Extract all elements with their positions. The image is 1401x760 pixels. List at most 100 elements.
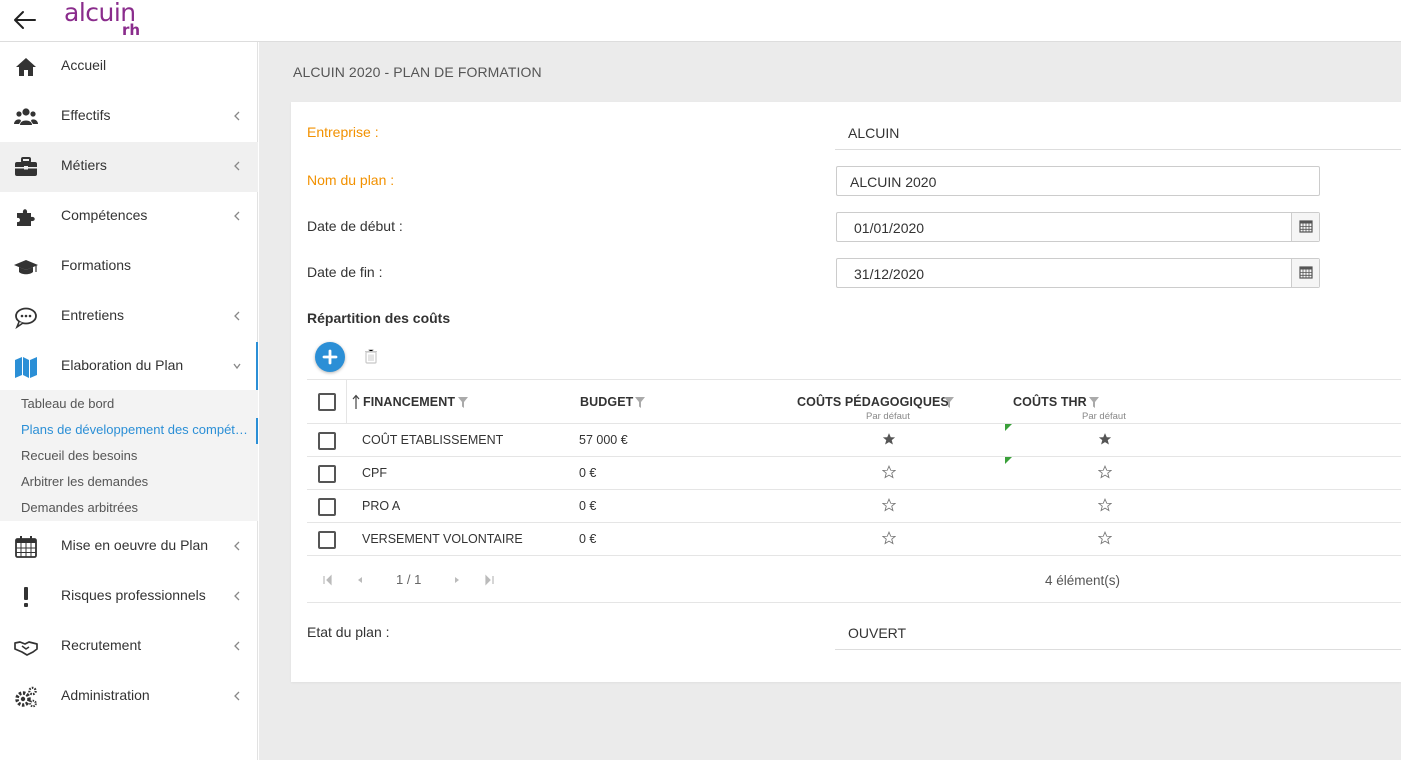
first-page-icon[interactable] bbox=[322, 573, 334, 587]
previous-page-icon[interactable] bbox=[354, 573, 366, 587]
nom-du-plan-label: Nom du plan : bbox=[307, 172, 395, 188]
row-checkbox[interactable] bbox=[318, 432, 336, 450]
sidebar-item-label: Elaboration du Plan bbox=[61, 357, 184, 373]
star-outline-icon[interactable] bbox=[882, 498, 896, 512]
cell-budget: 0 € bbox=[579, 466, 597, 480]
filter-icon[interactable] bbox=[1089, 397, 1099, 408]
map-icon bbox=[15, 357, 37, 378]
column-header-couts-pedagogiques[interactable]: COÛTS PÉDAGOGIQUES bbox=[797, 395, 949, 409]
star-outline-icon[interactable] bbox=[882, 465, 896, 479]
next-page-icon[interactable] bbox=[451, 573, 463, 587]
date-debut-label: Date de début : bbox=[307, 218, 403, 234]
submenu-item-tableau-de-bord[interactable]: Tableau de bord bbox=[21, 396, 253, 411]
calendar-icon bbox=[1299, 266, 1313, 279]
table-row[interactable]: PRO A 0 € bbox=[307, 490, 1401, 523]
top-bar: alcuin rh bbox=[0, 0, 1401, 42]
sidebar-item-effectifs[interactable]: Effectifs bbox=[0, 92, 258, 142]
sidebar-item-recrutement[interactable]: Recrutement bbox=[0, 622, 258, 672]
page-indicator: 1 / 1 bbox=[396, 572, 422, 587]
plan-form-card: Entreprise : ALCUIN Nom du plan : ALCUIN… bbox=[291, 102, 1401, 682]
alcuin-logo[interactable]: alcuin rh bbox=[64, 0, 154, 40]
logo-text-bottom: rh bbox=[122, 21, 141, 39]
calendar-icon bbox=[15, 536, 37, 558]
sidebar-item-administration[interactable]: Administration bbox=[0, 672, 258, 722]
submenu-item-plans-developpement[interactable]: Plans de développement des compétences bbox=[21, 422, 253, 437]
nom-du-plan-input[interactable]: ALCUIN 2020 bbox=[836, 166, 1320, 196]
column-subheader-par-defaut: Par défaut bbox=[866, 411, 910, 422]
table-row[interactable]: CPF 0 € bbox=[307, 457, 1401, 490]
gears-icon bbox=[15, 686, 37, 708]
row-checkbox[interactable] bbox=[318, 465, 336, 483]
sidebar-item-label: Effectifs bbox=[61, 107, 111, 123]
entreprise-label: Entreprise : bbox=[307, 124, 379, 140]
star-outline-icon[interactable] bbox=[882, 531, 896, 545]
submenu-item-recueil-besoins[interactable]: Recueil des besoins bbox=[21, 448, 253, 463]
date-fin-calendar-button[interactable] bbox=[1291, 259, 1319, 287]
cell-budget: 57 000 € bbox=[579, 433, 628, 447]
sidebar-item-entretiens[interactable]: Entretiens bbox=[0, 292, 258, 342]
filter-icon[interactable] bbox=[458, 397, 468, 408]
chevron-left-icon bbox=[234, 641, 240, 651]
sidebar-item-label: Recrutement bbox=[61, 637, 142, 653]
submenu-item-arbitrer-demandes[interactable]: Arbitrer les demandes bbox=[21, 474, 253, 489]
sidebar-item-formations[interactable]: Formations bbox=[0, 242, 258, 292]
modified-indicator bbox=[1005, 457, 1012, 464]
sidebar-item-metiers[interactable]: Métiers bbox=[0, 142, 258, 192]
sidebar-item-label: Accueil bbox=[61, 57, 107, 73]
filter-icon[interactable] bbox=[944, 397, 954, 408]
elaboration-submenu: Tableau de bord Plans de développement d… bbox=[0, 390, 258, 521]
chevron-down-icon bbox=[233, 363, 241, 370]
add-row-button[interactable] bbox=[315, 342, 345, 372]
row-checkbox[interactable] bbox=[318, 531, 336, 549]
cell-financement: PRO A bbox=[362, 499, 401, 513]
sidebar-item-accueil[interactable]: Accueil bbox=[0, 42, 258, 92]
entreprise-field: ALCUIN bbox=[835, 116, 1401, 150]
table-row[interactable]: VERSEMENT VOLONTAIRE 0 € bbox=[307, 523, 1401, 556]
page-title: ALCUIN 2020 - PLAN DE FORMATION bbox=[293, 64, 542, 80]
sidebar-item-competences[interactable]: Compétences bbox=[0, 192, 258, 242]
grid-header: FINANCEMENT BUDGET COÛTS PÉDAGOGIQUES Pa… bbox=[307, 379, 1401, 424]
grid-pager: 1 / 1 4 élément(s) bbox=[307, 558, 1401, 603]
column-header-couts-thr[interactable]: COÛTS THR bbox=[1013, 395, 1087, 409]
briefcase-icon bbox=[15, 157, 37, 176]
etat-du-plan-field: OUVERT bbox=[835, 616, 1401, 650]
date-debut-calendar-button[interactable] bbox=[1291, 213, 1319, 241]
filter-icon[interactable] bbox=[635, 397, 645, 408]
chevron-left-icon bbox=[234, 541, 240, 551]
sidebar-item-label: Risques professionnels bbox=[61, 587, 206, 603]
star-outline-icon[interactable] bbox=[1098, 465, 1112, 479]
last-page-icon[interactable] bbox=[483, 573, 495, 587]
date-fin-input[interactable]: 31/12/2020 bbox=[836, 258, 1320, 288]
chevron-left-icon bbox=[234, 161, 240, 171]
column-header-budget[interactable]: BUDGET bbox=[580, 395, 633, 409]
submenu-item-demandes-arbitrees[interactable]: Demandes arbitrées bbox=[21, 500, 253, 515]
users-icon bbox=[14, 108, 38, 125]
plus-icon bbox=[322, 349, 338, 365]
star-filled-icon[interactable] bbox=[1098, 432, 1112, 446]
select-all-checkbox[interactable] bbox=[318, 393, 336, 411]
sidebar-item-mise-en-oeuvre[interactable]: Mise en oeuvre du Plan bbox=[0, 522, 258, 572]
etat-du-plan-value: OUVERT bbox=[848, 625, 907, 641]
column-subheader-par-defaut: Par défaut bbox=[1082, 411, 1126, 422]
back-arrow-icon[interactable] bbox=[12, 8, 38, 32]
star-outline-icon[interactable] bbox=[1098, 498, 1112, 512]
handshake-icon bbox=[14, 641, 38, 656]
table-row[interactable]: COÛT ETABLISSEMENT 57 000 € bbox=[307, 424, 1401, 457]
cell-budget: 0 € bbox=[579, 499, 597, 513]
star-outline-icon[interactable] bbox=[1098, 531, 1112, 545]
entreprise-value: ALCUIN bbox=[848, 125, 900, 141]
trash-icon[interactable] bbox=[364, 348, 378, 364]
sidebar-item-risques-professionnels[interactable]: Risques professionnels bbox=[0, 572, 258, 622]
sidebar-item-elaboration-du-plan[interactable]: Elaboration du Plan bbox=[0, 342, 258, 392]
sidebar-item-label: Métiers bbox=[61, 157, 107, 173]
active-indicator bbox=[256, 418, 258, 444]
cell-budget: 0 € bbox=[579, 532, 597, 546]
row-checkbox[interactable] bbox=[318, 498, 336, 516]
date-debut-input[interactable]: 01/01/2020 bbox=[836, 212, 1320, 242]
date-fin-label: Date de fin : bbox=[307, 264, 383, 280]
sort-arrow-up-icon[interactable] bbox=[352, 394, 360, 410]
column-header-financement[interactable]: FINANCEMENT bbox=[363, 395, 455, 409]
star-filled-icon[interactable] bbox=[882, 432, 896, 446]
sidebar-item-label: Entretiens bbox=[61, 307, 125, 323]
chevron-left-icon bbox=[234, 111, 240, 121]
